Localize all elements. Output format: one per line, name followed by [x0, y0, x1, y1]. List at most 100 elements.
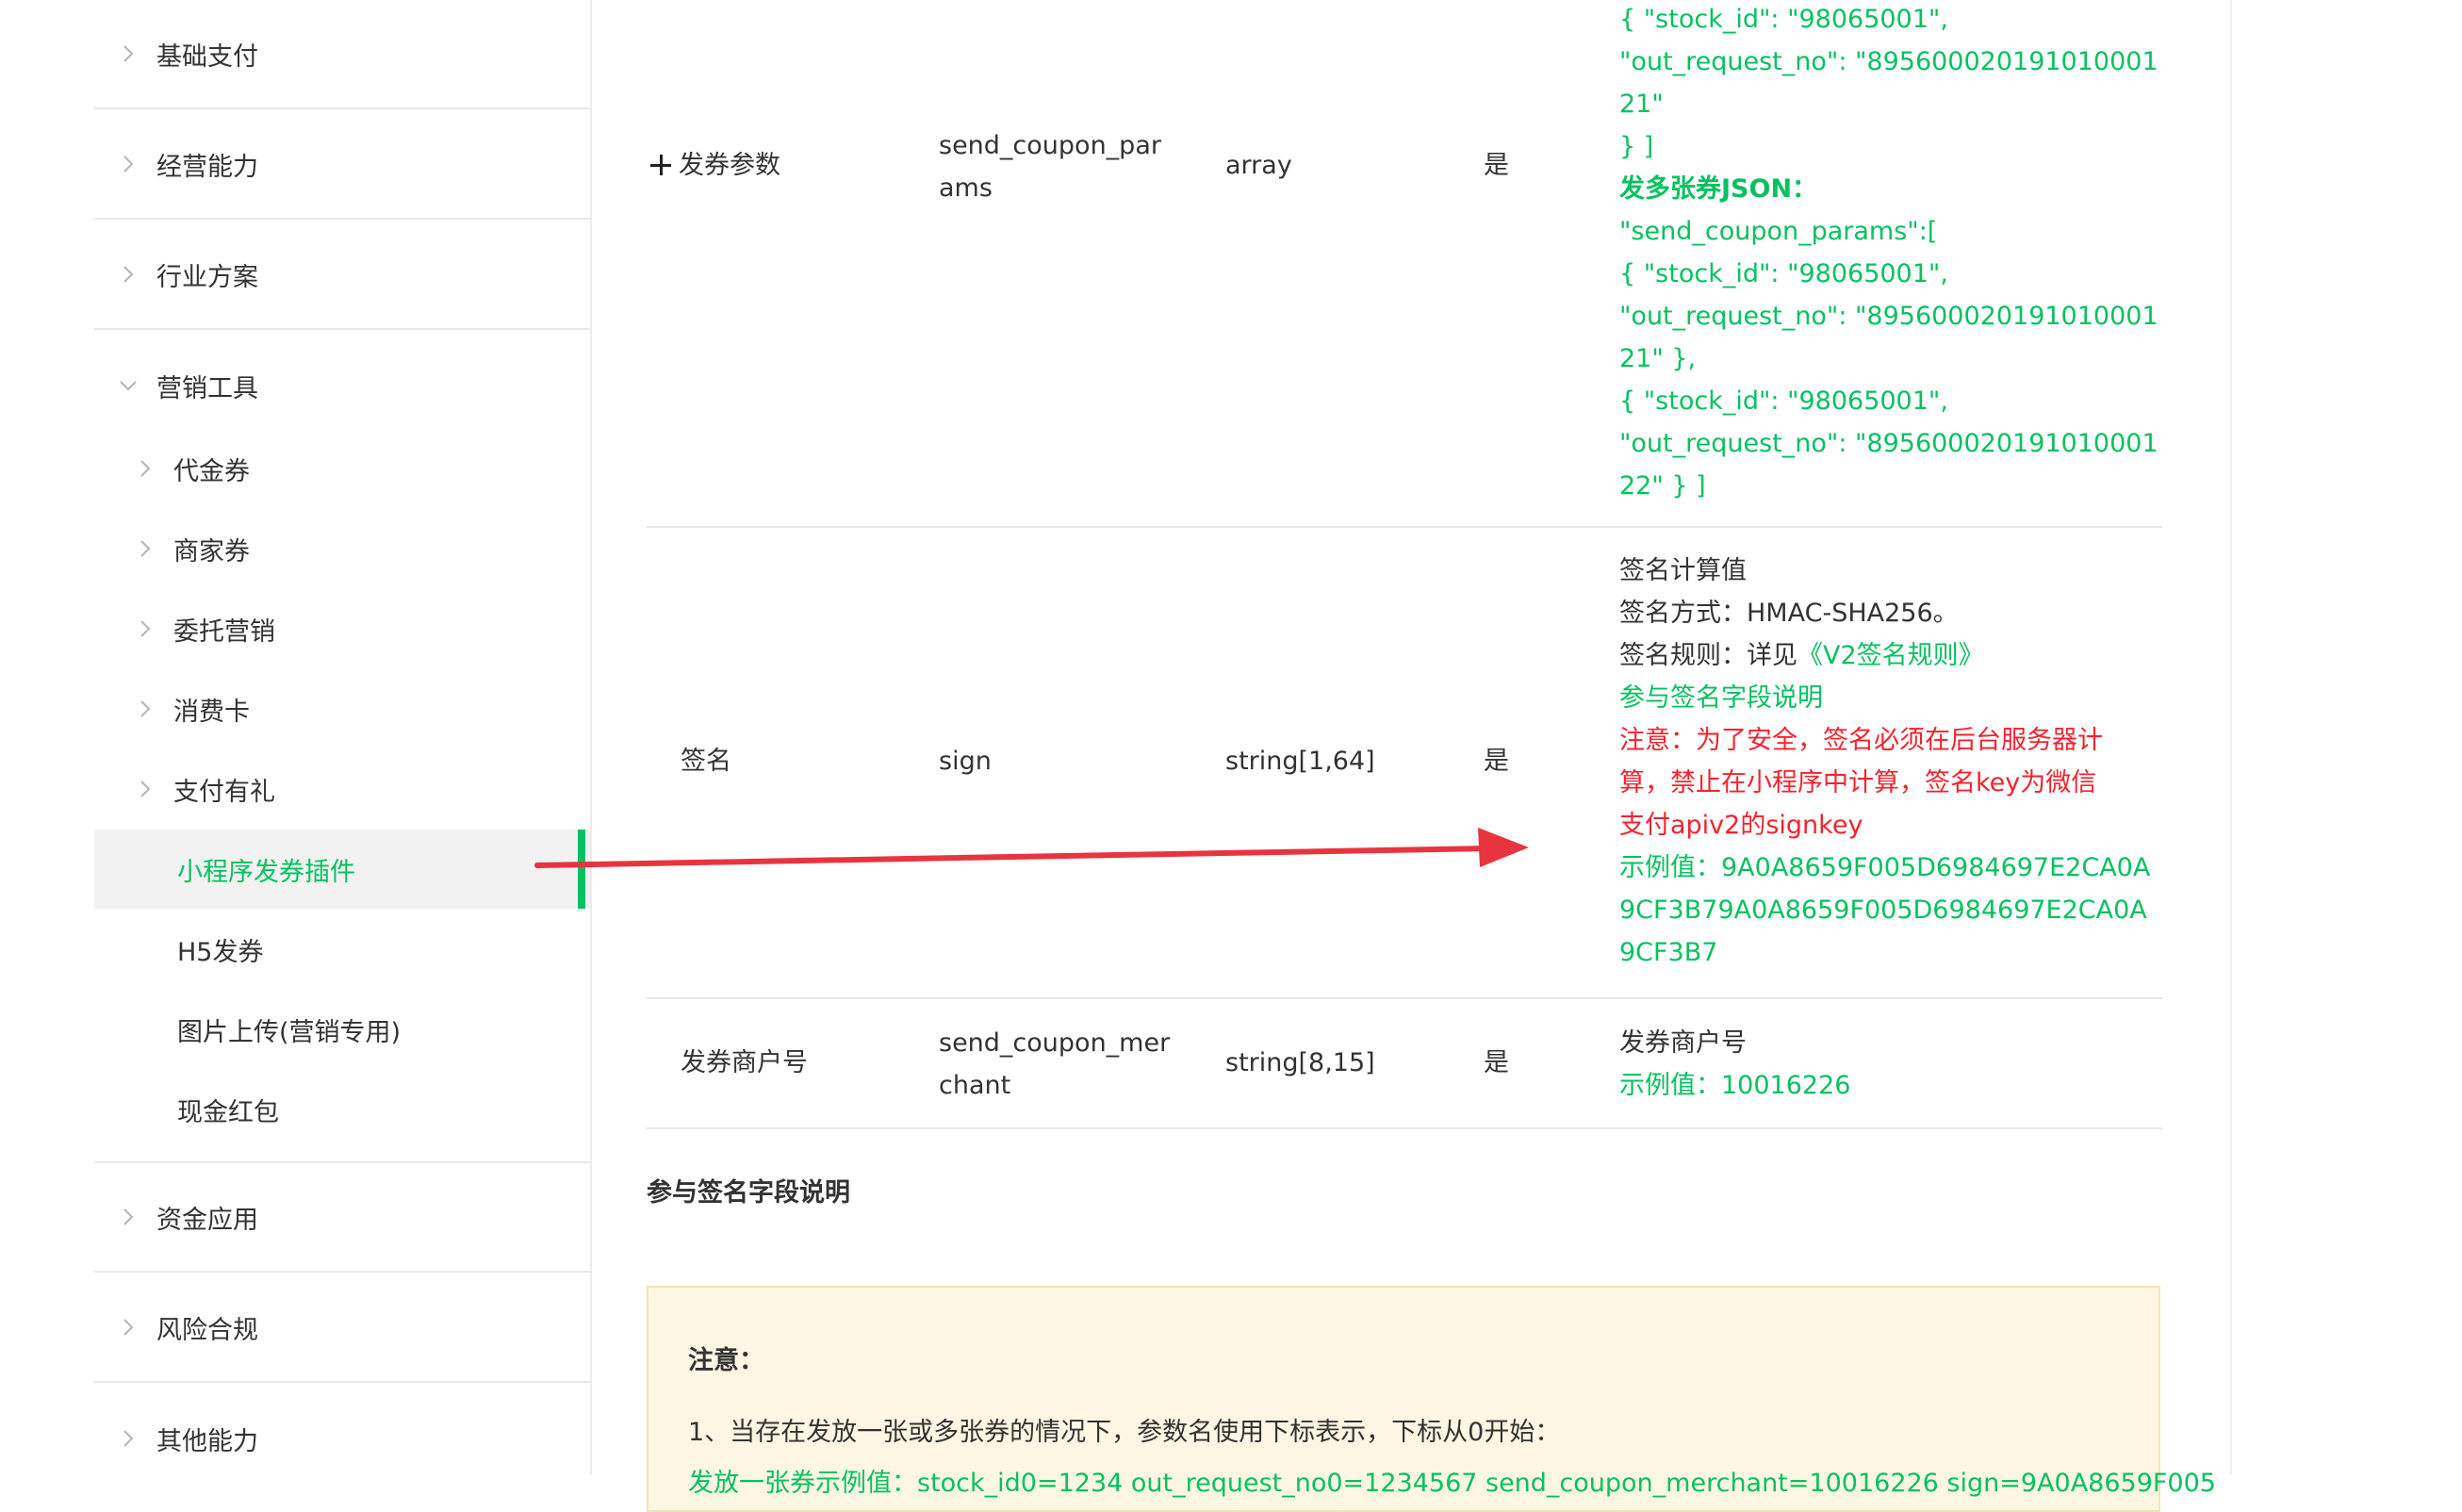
desc-line: { "stock_id": "98065001",	[1619, 386, 1948, 416]
sidebar-subitem-cash-red-packet[interactable]: 现金红包	[94, 1070, 590, 1149]
param-type: array	[1225, 151, 1292, 180]
param-required: 是	[1484, 1048, 1509, 1077]
chevron-right-icon	[132, 776, 158, 802]
desc-line: "out_request_no": "895600020191010001	[1619, 47, 2158, 76]
desc-warning-line: 支付apiv2的signkey	[1619, 811, 1863, 840]
desc-warning-line: 注意：为了安全，签名必须在后台服务器计	[1619, 726, 2103, 755]
desc-warning-line: 算，禁止在小程序中计算，签名key为微信	[1619, 768, 2097, 797]
param-type: string[1,64]	[1225, 747, 1375, 776]
sidebar-item-label: 代金券	[173, 456, 250, 486]
param-name: 发券商户号	[681, 1048, 808, 1077]
v2-sign-rule-link[interactable]: 《V2签名规则》	[1797, 641, 1984, 670]
sidebar-item-industry-solution[interactable]: 行业方案	[94, 221, 590, 330]
param-field-line: ams	[939, 173, 993, 203]
sidebar-item-label: 小程序发券插件	[177, 857, 355, 887]
section-title: 参与签名字段说明	[647, 1178, 850, 1208]
sidebar-subitem-merchant-coupon[interactable]: 商家券	[94, 509, 590, 588]
sidebar-item-business-ability[interactable]: 经营能力	[94, 110, 590, 220]
desc-line: { "stock_id": "98065001",	[1619, 5, 1948, 34]
desc-example-line: 示例值：10016226	[1619, 1071, 1851, 1100]
sidebar-subitem-miniprogram-coupon-plugin[interactable]: 小程序发券插件	[94, 830, 590, 909]
param-field-cell: send_coupon_par ams	[939, 124, 1161, 209]
sidebar-item-label: 商家券	[173, 536, 250, 567]
expand-plus-icon[interactable]	[650, 155, 671, 175]
desc-example-line: 9CF3B7	[1619, 938, 1718, 967]
sign-fields-link[interactable]: 参与签名字段说明	[1619, 677, 2147, 719]
param-name: 签名	[681, 747, 731, 776]
sidebar-item-risk-compliance[interactable]: 风险合规	[94, 1274, 590, 1383]
chevron-right-icon	[115, 41, 141, 67]
sidebar-item-label: 其他能力	[156, 1426, 258, 1456]
param-name: 发券参数	[679, 151, 780, 180]
active-indicator	[578, 830, 585, 909]
sidebar-item-marketing-tools[interactable]: 营销工具	[94, 331, 590, 440]
sidebar-subitem-payment-gift[interactable]: 支付有礼	[94, 749, 590, 829]
notice-text: 1、当存在发放一张或多张券的情况下，参数名使用下标表示，下标从0开始：	[688, 1418, 1561, 1447]
param-required: 是	[1484, 151, 1509, 180]
content-right-border	[2230, 0, 2232, 1474]
row-divider	[647, 526, 2162, 528]
sidebar-subitem-image-upload[interactable]: 图片上传(营销专用)	[94, 990, 590, 1069]
chevron-right-icon	[132, 696, 158, 722]
param-description: { "stock_id": "98065001", "out_request_n…	[1619, 0, 2158, 507]
chevron-right-icon	[132, 455, 158, 482]
chevron-right-icon	[115, 151, 141, 177]
desc-line: 签名方式：HMAC-SHA256。	[1619, 599, 1959, 628]
sidebar-item-label: 营销工具	[156, 373, 258, 403]
param-field: sign	[939, 747, 992, 776]
sidebar-item-label: 现金红包	[177, 1097, 279, 1127]
sidebar-item-label: H5发券	[177, 937, 264, 967]
desc-line: 22" } ]	[1619, 471, 1706, 501]
row-divider	[647, 997, 2162, 999]
desc-line: 21"	[1619, 90, 1664, 119]
sidebar-subitem-h5-coupon[interactable]: H5发券	[94, 910, 590, 989]
param-field-line: chant	[939, 1071, 1011, 1100]
sidebar-item-basic-pay[interactable]: 基础支付	[94, 0, 590, 109]
chevron-right-icon	[132, 535, 158, 562]
sidebar-item-fund-application[interactable]: 资金应用	[94, 1163, 590, 1273]
desc-text: 签名规则：详见	[1619, 641, 1797, 670]
param-required: 是	[1484, 747, 1509, 776]
desc-line: 签名计算值	[1619, 556, 1747, 585]
sidebar-item-label: 行业方案	[156, 262, 258, 292]
sidebar-item-label: 风险合规	[156, 1315, 258, 1345]
chevron-right-icon	[115, 1314, 141, 1340]
sidebar-subitem-voucher[interactable]: 代金券	[94, 429, 590, 508]
sidebar-item-other-ability[interactable]: 其他能力	[94, 1384, 590, 1493]
sidebar-item-label: 图片上传(营销专用)	[177, 1017, 402, 1047]
desc-line: 签名规则：详见《V2签名规则》	[1619, 634, 2147, 677]
row-divider	[647, 1127, 2162, 1129]
chevron-down-icon	[115, 372, 141, 399]
notice-box: 注意： 1、当存在发放一张或多张券的情况下，参数名使用下标表示，下标从0开始： …	[647, 1286, 2216, 1512]
chevron-right-icon	[132, 616, 158, 642]
param-description: 签名计算值 签名方式：HMAC-SHA256。 签名规则：详见《V2签名规则》 …	[1619, 550, 2151, 974]
sidebar-item-label: 基础支付	[156, 41, 258, 72]
desc-line: { "stock_id": "98065001",	[1619, 259, 1948, 288]
sidebar-item-label: 消费卡	[173, 697, 250, 727]
param-field-cell: send_coupon_mer chant	[939, 1022, 1170, 1107]
param-name-cell[interactable]: 发券参数	[650, 144, 780, 187]
desc-line: 21" },	[1619, 344, 1697, 373]
desc-line: "send_coupon_params":[	[1619, 217, 1938, 246]
sidebar-subitem-delegated-marketing[interactable]: 委托营销	[94, 589, 590, 668]
chevron-right-icon	[115, 1204, 141, 1230]
desc-line: "out_request_no": "895600020191010001	[1619, 429, 2158, 458]
sidebar-item-label: 委托营销	[173, 616, 275, 647]
chevron-right-icon	[115, 261, 141, 288]
sidebar-item-label: 资金应用	[156, 1205, 258, 1235]
notice-title: 注意：	[688, 1346, 764, 1375]
chevron-right-icon	[115, 1425, 141, 1452]
sidebar-item-label: 经营能力	[156, 152, 258, 182]
desc-example-line: 示例值：9A0A8659F005D6984697E2CA0A	[1619, 853, 2151, 882]
sidebar-item-label: 支付有礼	[173, 777, 275, 807]
desc-line: } ]	[1619, 132, 1654, 161]
sidebar-nav: 基础支付 经营能力 行业方案 营销工具 代金券 商家券 委托营销 消费卡 支付有…	[94, 0, 592, 1474]
desc-example-line: 9CF3B79A0A8659F005D6984697E2CA0A	[1619, 896, 2147, 925]
param-field-line: send_coupon_mer	[939, 1028, 1171, 1058]
sidebar-subitem-consumer-card[interactable]: 消费卡	[94, 669, 590, 748]
desc-line: 发券商户号	[1619, 1028, 1747, 1058]
param-description: 发券商户号 示例值：10016226	[1619, 1022, 2147, 1107]
notice-example-line: 发放一张券示例值：stock_id0=1234 out_request_no0=…	[688, 1469, 2216, 1498]
param-table: 发券参数 send_coupon_par ams array 是 { "stoc…	[647, 0, 2162, 1474]
param-type: string[8,15]	[1225, 1048, 1375, 1077]
